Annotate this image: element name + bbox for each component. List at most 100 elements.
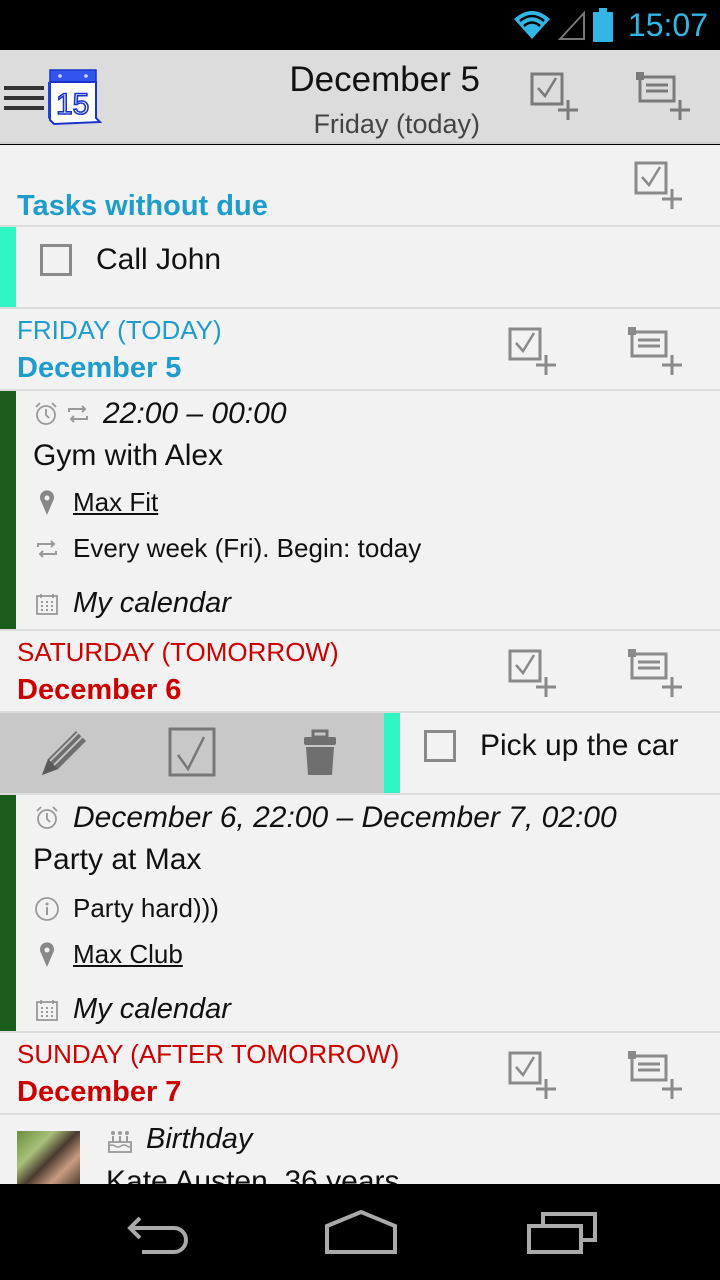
calendar-icon <box>33 590 61 618</box>
birthday-person: Kate Austen, 36 years <box>106 1165 400 1184</box>
event-item[interactable]: 22:00 – 00:00 Gym with Alex Max Fit Ever… <box>0 391 720 631</box>
status-icons: 15:07 <box>512 6 708 44</box>
event-time: December 6, 22:00 – December 7, 02:00 <box>73 801 617 834</box>
edit-button[interactable] <box>34 725 94 781</box>
event-color-bar <box>0 391 16 629</box>
section-header-sunday: SUNDAY (AFTER TOMORROW) December 7 <box>0 1033 720 1115</box>
birthday-item[interactable]: Birthday Kate Austen, 36 years <box>0 1115 720 1184</box>
event-time-line: 22:00 – 00:00 <box>33 397 287 431</box>
task-color-bar <box>384 713 400 793</box>
add-task-icon <box>634 161 682 209</box>
current-date: December 5 <box>289 60 480 99</box>
task-item-swiped[interactable]: Pick up the car <box>0 713 720 795</box>
cell-signal-icon <box>557 10 585 40</box>
delete-button[interactable] <box>290 725 350 781</box>
svg-text:15: 15 <box>56 88 89 121</box>
event-location-link[interactable]: Max Fit <box>73 487 158 518</box>
navigation-bar <box>0 1184 720 1280</box>
section-dayname: SATURDAY (TOMORROW) <box>17 637 339 667</box>
event-recurrence-line: Every week (Fri). Begin: today <box>33 533 421 564</box>
recent-apps-icon <box>527 1212 597 1254</box>
event-time: 22:00 – 00:00 <box>103 397 287 430</box>
location-pin-icon <box>33 489 61 517</box>
section-date: December 6 <box>17 674 182 706</box>
contact-avatar <box>17 1131 80 1184</box>
checkbox-checked-icon <box>168 727 216 777</box>
section-dayname: SUNDAY (AFTER TOMORROW) <box>17 1039 400 1069</box>
birthday-person-line: Kate Austen, 36 years <box>106 1165 400 1184</box>
task-item[interactable]: Call John <box>0 227 720 309</box>
event-description: Party hard))) <box>73 893 219 923</box>
back-button[interactable] <box>114 1204 204 1260</box>
add-event-button[interactable] <box>626 647 686 703</box>
add-event-icon <box>628 649 682 697</box>
birthday-label-line: Birthday <box>106 1123 252 1156</box>
add-task-icon <box>508 327 556 375</box>
alarm-icon <box>33 804 61 832</box>
add-task-button[interactable] <box>506 325 566 381</box>
task-checkbox[interactable] <box>424 730 456 762</box>
clock: 15:07 <box>627 6 708 43</box>
status-bar: 15:07 <box>0 0 720 50</box>
event-item[interactable]: December 6, 22:00 – December 7, 02:00 Pa… <box>0 795 720 1033</box>
calendar-icon <box>33 996 61 1024</box>
hamburger-icon[interactable] <box>4 86 44 112</box>
battery-icon <box>592 8 613 42</box>
event-title-line: Party at Max <box>33 843 201 877</box>
agenda-list[interactable]: Tasks without due Call John FRIDAY (TODA… <box>0 145 720 1184</box>
section-header-saturday: SATURDAY (TOMORROW) December 6 <box>0 631 720 713</box>
birthday-cake-icon <box>106 1126 134 1154</box>
task-title: Pick up the car <box>480 729 679 762</box>
action-bar: 15 December 5 Friday (today) <box>0 50 720 144</box>
swipe-actions <box>0 713 384 793</box>
add-event-button[interactable] <box>634 70 694 126</box>
add-event-button[interactable] <box>626 1049 686 1105</box>
add-event-button[interactable] <box>626 325 686 381</box>
task-checkbox[interactable] <box>40 244 72 276</box>
event-calendar-line: My calendar <box>33 993 231 1026</box>
complete-button[interactable] <box>162 725 222 781</box>
add-task-icon <box>530 72 578 120</box>
home-button[interactable] <box>316 1204 406 1260</box>
repeat-icon <box>33 535 61 563</box>
event-location-line: Max Club <box>33 939 183 970</box>
location-pin-icon <box>33 941 61 969</box>
home-icon <box>325 1210 397 1254</box>
add-task-icon <box>508 1051 556 1099</box>
section-date: December 5 <box>17 352 182 384</box>
event-title: Gym with Alex <box>33 439 224 472</box>
section-date: December 7 <box>17 1076 182 1108</box>
event-color-bar <box>0 795 16 1031</box>
event-calendar: My calendar <box>73 993 231 1025</box>
event-calendar: My calendar <box>73 587 231 619</box>
event-calendar-line: My calendar <box>33 587 231 620</box>
calendar-15-icon[interactable]: 15 <box>46 68 102 128</box>
add-task-button[interactable] <box>506 647 566 703</box>
add-task-button[interactable] <box>506 1049 566 1105</box>
event-title: Party at Max <box>33 843 202 876</box>
repeat-icon <box>68 405 88 423</box>
event-title-line: Gym with Alex <box>33 439 223 473</box>
event-location-line: Max Fit <box>33 487 158 518</box>
add-task-icon <box>508 649 556 697</box>
section-header-friday: FRIDAY (TODAY) December 5 <box>0 309 720 391</box>
section-dayname: FRIDAY (TODAY) <box>17 315 222 345</box>
action-bar-title[interactable]: December 5 Friday (today) <box>289 60 480 142</box>
alarm-icon <box>35 402 57 425</box>
event-time-line: December 6, 22:00 – December 7, 02:00 <box>33 801 617 835</box>
back-icon <box>127 1216 188 1254</box>
add-task-button[interactable] <box>632 159 692 215</box>
event-location-link[interactable]: Max Club <box>73 939 183 970</box>
add-event-icon <box>636 72 690 120</box>
task-color-bar <box>0 227 16 307</box>
section-header-no-due: Tasks without due <box>0 145 720 227</box>
recent-apps-button[interactable] <box>518 1204 608 1260</box>
event-description-line: Party hard))) <box>33 893 219 924</box>
info-icon <box>33 895 61 923</box>
birthday-label: Birthday <box>146 1123 253 1155</box>
add-event-icon <box>628 1051 682 1099</box>
add-task-button[interactable] <box>528 70 588 126</box>
pencil-icon <box>42 731 86 775</box>
task-title: Call John <box>96 243 222 276</box>
section-title: Tasks without due <box>17 190 268 222</box>
